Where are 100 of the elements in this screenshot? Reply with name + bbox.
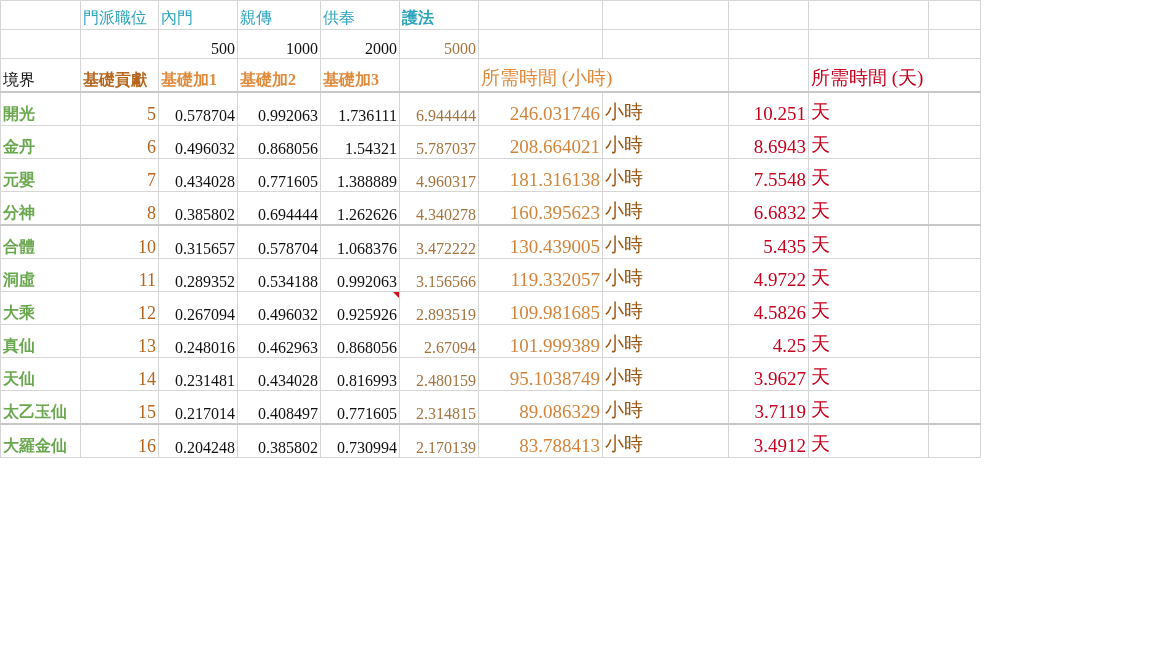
table-cell: 0.289352: [158, 258, 238, 292]
table-cell: 小時: [602, 324, 729, 358]
table-cell: 小時: [602, 225, 729, 259]
table-cell: 5: [80, 92, 159, 126]
table-cell: 天: [808, 125, 929, 159]
table-cell: 4.25: [728, 324, 809, 358]
table-cell: 0.408497: [237, 390, 321, 424]
table-cell: 2.170139: [399, 424, 479, 458]
table-cell: 7: [80, 158, 159, 192]
table-cell: 12: [80, 291, 159, 325]
table-cell: 天: [808, 291, 929, 325]
table-cell: 2.893519: [399, 291, 479, 325]
table-cell: 0.217014: [158, 390, 238, 424]
table-cell: 合體: [0, 225, 81, 259]
table-cell: 16: [80, 424, 159, 458]
table-cell: 10.251: [728, 92, 809, 126]
table-cell: 3.9627: [728, 357, 809, 391]
table-cell: 2.314815: [399, 390, 479, 424]
table-cell: 7.5548: [728, 158, 809, 192]
table-cell: 小時: [602, 357, 729, 391]
table-cell: 0.771605: [237, 158, 321, 192]
table-cell: 109.981685: [478, 291, 603, 325]
table-cell: 160.395623: [478, 191, 603, 225]
table-cell: 0.868056: [237, 125, 321, 159]
table-cell: 0.496032: [237, 291, 321, 325]
table-cell: 0.385802: [158, 191, 238, 225]
table-cell: 內門: [158, 0, 238, 30]
table-cell: 1000: [237, 29, 321, 59]
table-cell: 0.578704: [158, 92, 238, 126]
table-cell: 天仙: [0, 357, 81, 391]
table-cell: 天: [808, 225, 929, 259]
table-cell: 8.6943: [728, 125, 809, 159]
table-cell: 門派職位: [80, 0, 159, 30]
table-cell: 小時: [602, 424, 729, 458]
table-cell: 分神: [0, 191, 81, 225]
table-cell: 大乘: [0, 291, 81, 325]
table-cell: 0.771605: [320, 390, 400, 424]
table-cell: 0.868056: [320, 324, 400, 358]
table-cell: 0.534188: [237, 258, 321, 292]
table-cell: 基礎貢獻: [80, 58, 159, 92]
table-cell: 0.315657: [158, 225, 238, 259]
table-cell: 1.068376: [320, 225, 400, 259]
table-cell: 真仙: [0, 324, 81, 358]
table-cell: 0.578704: [237, 225, 321, 259]
table-cell: 5000: [399, 29, 479, 59]
table-cell: 0.462963: [237, 324, 321, 358]
table-cell: 4.960317: [399, 158, 479, 192]
table-cell: 基礎加3: [320, 58, 400, 92]
table-cell: 天: [808, 424, 929, 458]
table-cell: 金丹: [0, 125, 81, 159]
table-cell: 天: [808, 158, 929, 192]
table-cell: 天: [808, 258, 929, 292]
table-cell: 天: [808, 390, 929, 424]
table-cell: 6.6832: [728, 191, 809, 225]
table-cell: 基礎加1: [158, 58, 238, 92]
table-cell: 0.992063: [320, 258, 400, 292]
table-cell: 130.439005: [478, 225, 603, 259]
table-cell: 10: [80, 225, 159, 259]
table-cell: 基礎加2: [237, 58, 321, 92]
table-cell: 開光: [0, 92, 81, 126]
table-cell: 小時: [602, 390, 729, 424]
table-cell: 2.480159: [399, 357, 479, 391]
table-cell: 小時: [602, 158, 729, 192]
table-cell: 3.7119: [728, 390, 809, 424]
table-cell: 5.435: [728, 225, 809, 259]
table-cell: 天: [808, 92, 929, 126]
table-cell: 246.031746: [478, 92, 603, 126]
table-cell: 0.992063: [237, 92, 321, 126]
table-cell: 0.694444: [237, 191, 321, 225]
table-cell: 119.332057: [478, 258, 603, 292]
comment-marker-icon[interactable]: [393, 292, 399, 298]
table-cell: 500: [158, 29, 238, 59]
table-cell: 0.248016: [158, 324, 238, 358]
table-cell: 1.54321: [320, 125, 400, 159]
table-cell: 14: [80, 357, 159, 391]
table-cell: 洞虛: [0, 258, 81, 292]
table-cell: 親傳: [237, 0, 321, 30]
table-cell: 5.787037: [399, 125, 479, 159]
table-cell: 太乙玉仙: [0, 390, 81, 424]
table-cell: 供奉: [320, 0, 400, 30]
table-cell: 天: [808, 324, 929, 358]
table-cell: 0.434028: [158, 158, 238, 192]
table-cell: 小時: [602, 258, 729, 292]
table-cell: 0.816993: [320, 357, 400, 391]
table-cell: 1.262626: [320, 191, 400, 225]
table-cell: 6.944444: [399, 92, 479, 126]
table-cell: 0.385802: [237, 424, 321, 458]
table-cell: 0.267094: [158, 291, 238, 325]
table-cell: 89.086329: [478, 390, 603, 424]
table-cell: 0.496032: [158, 125, 238, 159]
table-cell: 所需時間 (天): [808, 58, 981, 92]
table-cell: 1.736111: [320, 92, 400, 126]
table-cell: 15: [80, 390, 159, 424]
table-cell: 8: [80, 191, 159, 225]
table-cell: 4.340278: [399, 191, 479, 225]
table-cell: 小時: [602, 92, 729, 126]
table-cell: 所需時間 (小時): [478, 58, 729, 92]
table-cell: 0.231481: [158, 357, 238, 391]
table-cell: 境界: [0, 58, 81, 92]
table-cell: 83.788413: [478, 424, 603, 458]
